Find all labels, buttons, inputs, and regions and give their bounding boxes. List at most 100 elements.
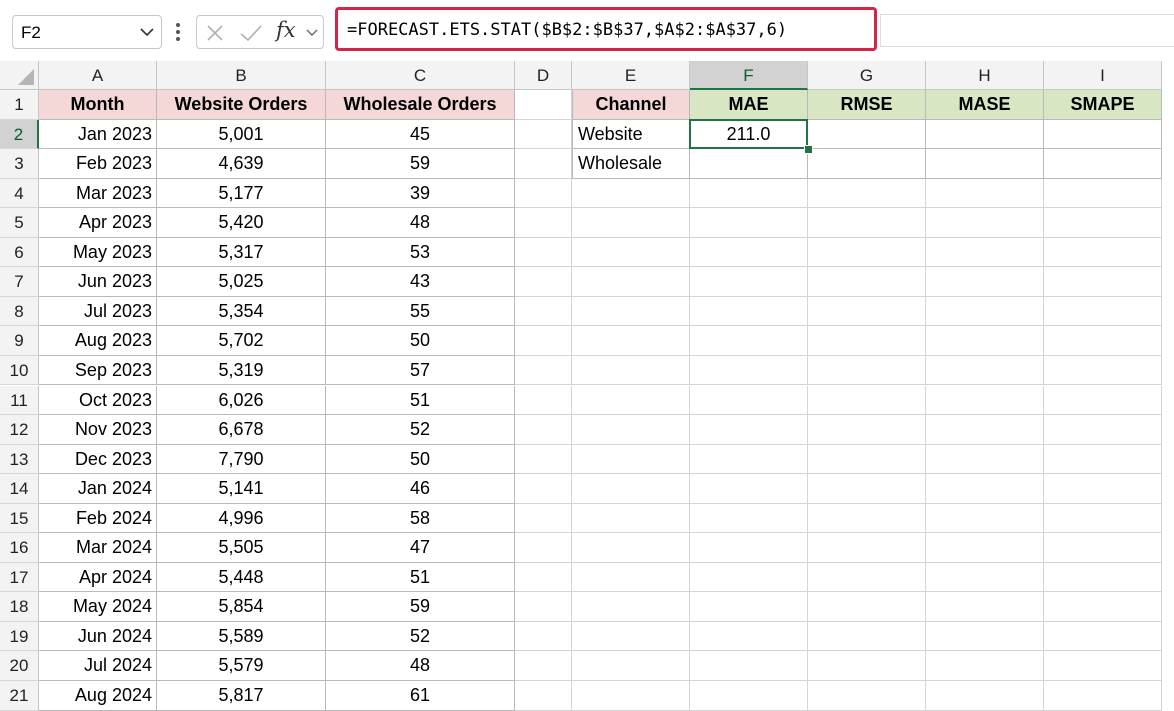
table-cell[interactable]: 5,448 [157,562,326,593]
cell[interactable] [1044,651,1162,681]
cell[interactable] [808,474,926,504]
more-options-icon[interactable] [172,20,184,44]
summary-header-cell[interactable]: RMSE [808,90,926,120]
cell[interactable] [690,444,808,475]
cell[interactable] [1044,592,1162,622]
table-cell[interactable]: 55 [326,296,515,327]
table-cell[interactable]: 53 [326,237,515,268]
cell[interactable] [926,533,1044,563]
cell[interactable] [515,326,572,356]
table-cell[interactable]: 5,817 [157,681,326,711]
row-header-16[interactable]: 16 [0,533,39,563]
table-cell[interactable]: Mar 2024 [39,533,157,563]
summary-header-cell[interactable]: SMAPE [1044,90,1162,120]
column-header-b[interactable]: B [157,61,326,90]
table-cell[interactable]: Feb 2023 [39,149,157,179]
row-header-18[interactable]: 18 [0,592,39,622]
summary-cell[interactable] [926,149,1044,179]
row-header-11[interactable]: 11 [0,385,39,416]
cell[interactable] [690,621,808,652]
table-cell[interactable]: Dec 2023 [39,444,157,475]
table-cell[interactable]: 5,001 [157,119,326,150]
summary-cell[interactable] [1044,149,1162,179]
table-cell[interactable]: 5,317 [157,237,326,268]
cell[interactable] [690,355,808,386]
table-cell[interactable]: 5,319 [157,355,326,386]
select-all-corner[interactable] [0,61,39,90]
table-cell[interactable]: 5,505 [157,533,326,563]
column-header-c[interactable]: C [326,61,515,90]
table-cell[interactable]: Jul 2024 [39,651,157,681]
cell[interactable] [572,444,690,475]
cell[interactable] [690,533,808,563]
cell[interactable] [572,355,690,386]
cell[interactable] [515,385,572,416]
cell[interactable] [515,296,572,327]
cell[interactable] [572,178,690,209]
table-cell[interactable]: Nov 2023 [39,415,157,445]
formula-input[interactable]: =FORECAST.ETS.STAT($B$2:$B$37,$A$2:$A$37… [335,7,877,51]
table-cell[interactable]: Mar 2023 [39,178,157,209]
table-cell[interactable]: 39 [326,178,515,209]
cell[interactable] [572,562,690,593]
row-header-17[interactable]: 17 [0,562,39,593]
cell[interactable] [1044,533,1162,563]
table-cell[interactable]: May 2023 [39,237,157,268]
fill-handle[interactable] [804,145,813,155]
cell[interactable] [808,592,926,622]
table-cell[interactable]: 5,702 [157,326,326,356]
row-header-6[interactable]: 6 [0,237,39,268]
cell[interactable] [926,415,1044,445]
table-cell[interactable]: 5,025 [157,267,326,297]
cell[interactable] [1044,385,1162,416]
cell[interactable] [1044,415,1162,445]
table-cell[interactable]: 5,420 [157,208,326,238]
cell[interactable] [926,444,1044,475]
cell[interactable] [515,355,572,386]
row-header-3[interactable]: 3 [0,149,39,179]
table-cell[interactable]: 45 [326,119,515,150]
row-header-4[interactable]: 4 [0,178,39,209]
cell[interactable] [690,267,808,297]
table-cell[interactable]: Aug 2024 [39,681,157,711]
cell[interactable] [1044,444,1162,475]
cell[interactable] [1044,681,1162,711]
cell[interactable] [926,681,1044,711]
enter-check-icon[interactable] [239,23,263,43]
table-cell[interactable]: 5,589 [157,621,326,652]
insert-function-icon[interactable]: fx [276,18,296,42]
summary-cell[interactable]: Wholesale [572,149,690,179]
cell[interactable] [808,178,926,209]
cell[interactable] [1044,237,1162,268]
cell[interactable] [572,267,690,297]
cell[interactable] [926,562,1044,593]
table-cell[interactable]: 4,639 [157,149,326,179]
table-cell[interactable]: 5,177 [157,178,326,209]
cell[interactable] [572,237,690,268]
cell[interactable] [690,562,808,593]
row-header-1[interactable]: 1 [0,90,39,120]
cell[interactable] [572,415,690,445]
cell[interactable] [572,326,690,356]
cell[interactable] [572,533,690,563]
table-cell[interactable]: Jan 2023 [39,119,157,150]
cell[interactable] [515,237,572,268]
table-cell[interactable]: 43 [326,267,515,297]
table-cell[interactable]: 4,996 [157,503,326,534]
table-cell[interactable]: Jan 2024 [39,474,157,504]
table-cell[interactable]: Oct 2023 [39,385,157,416]
cell[interactable] [808,326,926,356]
cell[interactable] [926,208,1044,238]
cell[interactable] [926,651,1044,681]
cell[interactable] [515,651,572,681]
cell[interactable] [1044,267,1162,297]
row-header-12[interactable]: 12 [0,415,39,445]
cell[interactable] [690,474,808,504]
cell[interactable] [926,592,1044,622]
cell[interactable] [926,267,1044,297]
cell[interactable] [1044,562,1162,593]
row-header-14[interactable]: 14 [0,474,39,504]
cell[interactable] [1044,296,1162,327]
summary-header-cell[interactable]: MAE [690,90,808,120]
row-header-8[interactable]: 8 [0,296,39,327]
